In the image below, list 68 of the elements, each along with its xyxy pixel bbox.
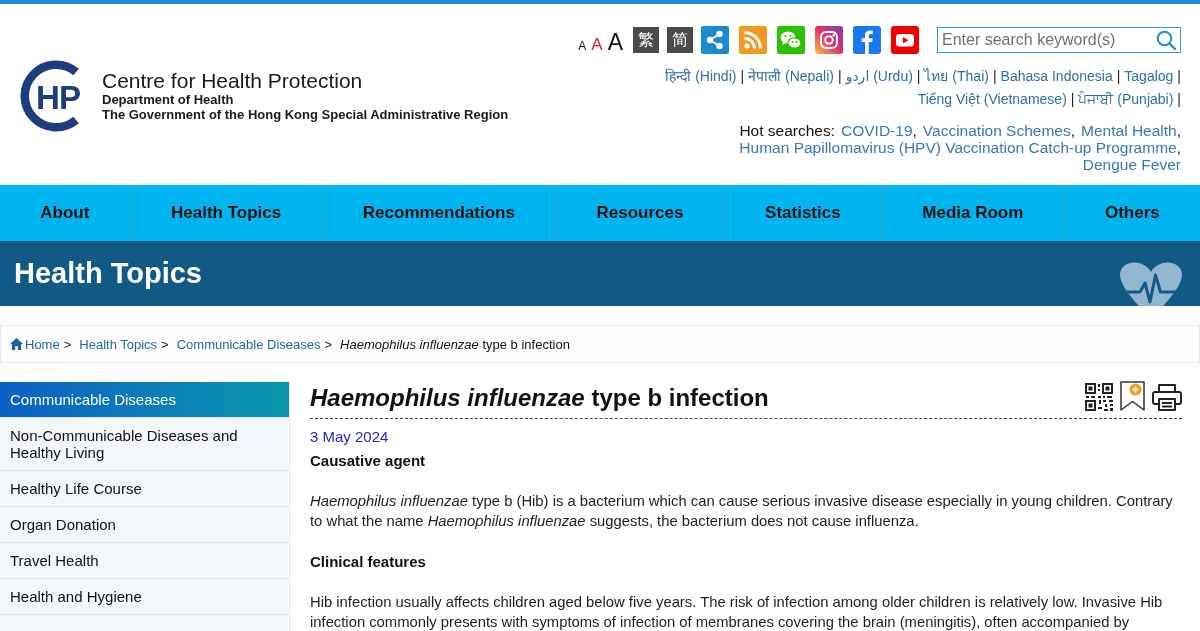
site-title: Centre for Health Protection [102,70,364,92]
language-link[interactable]: ไทย (Thai) [924,68,989,84]
chat-bubbles-icon[interactable] [777,26,805,54]
department-name: Department of Health [102,92,235,107]
comma-separator: , [1070,122,1076,139]
breadcrumb-separator: > [324,336,333,352]
play-button-icon[interactable] [891,26,919,54]
hot-searches-label: Hot searches: [739,122,835,139]
hot-search-link[interactable]: Human Papillomavirus (HPV) Vaccination Catch-up Programme [739,139,1177,156]
breadcrumb-separator: > [161,336,169,352]
language-button[interactable]: 简 [667,27,693,53]
logo-emblem: HP [20,58,92,134]
link-separator: | [1116,68,1121,84]
sidebar-item[interactable]: Organ Donation [0,507,289,543]
sidebar-item[interactable]: Non-Communicable Diseases and Healthy Living [0,418,289,471]
link-separator: | [838,68,842,84]
home-icon [10,338,23,350]
sidebar-item[interactable]: Healthy Life Course [0,471,289,507]
banner-title: Health Topics [14,257,202,290]
breadcrumb-link[interactable]: Communicable Diseases [176,336,321,352]
language-link[interactable]: اردو (Urdu) [845,68,913,84]
sidebar-item[interactable]: Travel Health [0,543,289,579]
text-size-button[interactable]: A [607,30,623,54]
print-icon[interactable] [1152,383,1182,411]
section-heading: Causative agent [310,451,427,471]
hot-search-link[interactable]: Mental Health [1081,122,1177,139]
share-icon[interactable] [701,26,729,54]
comma-separator: , [1176,139,1181,156]
breadcrumb-link[interactable]: Health Topics [79,336,158,352]
language-link[interactable]: ਪੰਜਾਬੀ (Punjabi) [1078,91,1174,107]
language-link[interactable]: हिन्दी (Hindi) [665,68,737,84]
language-link[interactable]: Tiếng Việt (Vietnamese) [917,91,1067,107]
nav-item[interactable]: Others [1064,185,1200,241]
search-icon[interactable] [1156,30,1176,50]
publish-date: 3 May 2024 [310,427,390,447]
link-separator: | [992,68,997,84]
language-link[interactable]: Tagalog [1124,68,1174,84]
link-separator: | [1177,91,1181,107]
breadcrumb-link[interactable]: Home [10,336,60,352]
comma-separator: , [1176,122,1181,139]
breadcrumb-separator: > [63,336,72,352]
language-link[interactable]: Bahasa Indonesia [1000,68,1113,84]
link-separator: | [916,68,921,84]
sidebar-item[interactable]: Communicable Diseases [0,382,289,418]
rss-feed-icon[interactable] [739,26,767,54]
government-name: The Government of the Hong Kong Special Administrative Region [102,107,509,122]
search-field[interactable]: Enter search keyword(s) [937,27,1181,53]
article-title: Haemophilus influenzae type b infection [310,385,769,411]
camera-outline-icon[interactable] [815,26,843,54]
sidebar-item[interactable]: Health and Hygiene [0,579,289,615]
paragraph: Haemophilus influenzae type b (Hib) is a bacterium which can cause serious invasive disease especially in young children. Contrary to what the name Haemophilus influenzae suggests, the bacterium does not cause influenza. [310,492,1174,531]
breadcrumb-current: Haemophilus influenzae type b infection [340,336,570,352]
letter-f-icon[interactable] [853,26,881,54]
language-link[interactable]: नेपाली (Nepali) [748,68,834,84]
hot-search-link[interactable]: COVID-19 [841,122,913,139]
text-size-button[interactable]: A [591,35,603,53]
link-separator: | [740,68,745,84]
hot-search-link[interactable]: Vaccination Schemes [922,122,1071,139]
paragraph: Hib infection usually affects children aged below five years. The risk of infection among older children is relatively low. Invasive Hib infection commonly presents with symptoms of infection of membranes covering the brain (meningitis), often accompanied by [310,593,1164,631]
comma-separator: , [912,122,917,139]
section-heading: Clinical features [310,552,427,572]
link-separator: | [1177,68,1181,84]
qr-code-icon[interactable] [1085,383,1113,411]
language-button[interactable]: 繁 [633,27,659,53]
text-size-button[interactable]: A [578,39,587,52]
bookmark-plus-icon[interactable] [1120,381,1145,411]
link-separator: | [1070,91,1075,107]
hot-search-link[interactable]: Dengue Fever [1082,156,1181,173]
